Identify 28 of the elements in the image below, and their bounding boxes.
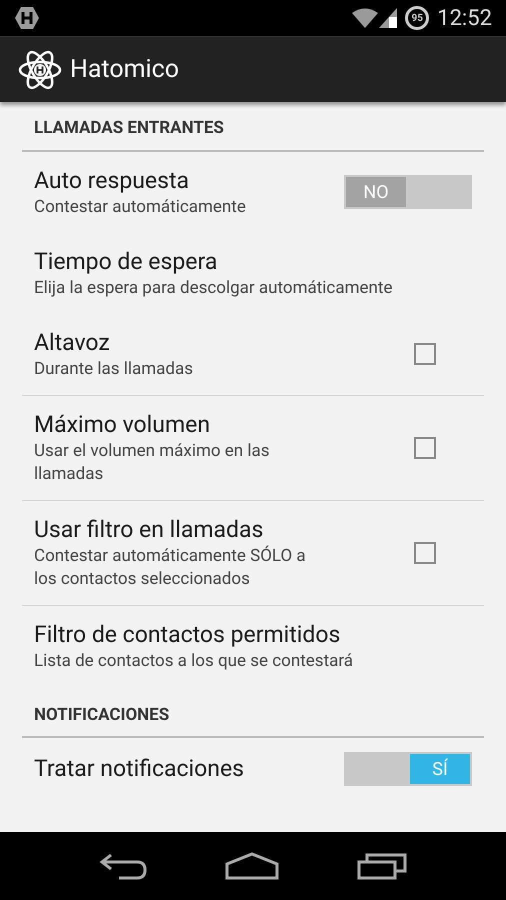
setting-title[interactable]: Filtro de contactos permitidos bbox=[34, 620, 460, 650]
back-icon[interactable] bbox=[99, 852, 147, 880]
setting-summary: Durante las llamadas bbox=[34, 358, 194, 380]
atom-logo-icon bbox=[18, 50, 62, 90]
setting-title[interactable]: Auto respuesta bbox=[34, 166, 332, 196]
wifi-icon bbox=[352, 8, 378, 28]
battery-indicator: 95 bbox=[405, 6, 430, 30]
setting-title[interactable]: Tiempo de espera bbox=[34, 246, 460, 276]
section-header: NOTIFICACIONES bbox=[22, 702, 484, 738]
setting-title[interactable]: Tratar notificaciones bbox=[34, 754, 332, 784]
home-icon[interactable] bbox=[225, 852, 279, 880]
setting-summary: Usar el volumen máximo en las llamadas bbox=[34, 440, 271, 486]
checkbox[interactable] bbox=[414, 343, 436, 365]
checkbox[interactable] bbox=[414, 436, 436, 458]
setting-title[interactable]: Usar filtro en llamadas bbox=[34, 514, 402, 544]
section-header: LLAMADAS ENTRANTES bbox=[22, 116, 484, 152]
setting-title[interactable]: Altavoz bbox=[34, 328, 402, 358]
setting-summary: Lista de contactos a los que se contestará bbox=[34, 650, 354, 672]
checkbox[interactable] bbox=[414, 542, 436, 564]
setting-title[interactable]: Máximo volumen bbox=[34, 410, 402, 440]
setting-summary: Contestar automáticamente bbox=[34, 196, 247, 218]
clock-time: 12:52 bbox=[437, 4, 492, 32]
app-notification-icon bbox=[14, 5, 40, 31]
signal-icon bbox=[379, 8, 398, 28]
recent-apps-icon[interactable] bbox=[357, 852, 407, 880]
setting-summary: Elija la espera para descolgar automáticamente bbox=[34, 276, 394, 300]
setting-summary: Contestar automáticamente SÓLO a los contactos seleccionados bbox=[34, 544, 307, 590]
app-title: Hatomico bbox=[70, 54, 179, 86]
